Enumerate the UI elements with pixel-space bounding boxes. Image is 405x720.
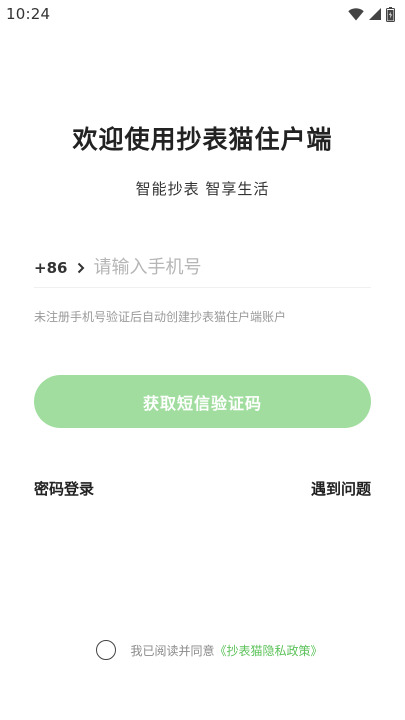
- get-sms-code-button[interactable]: 获取短信验证码: [34, 375, 371, 428]
- registration-hint: 未注册手机号验证后自动创建抄表猫住户端账户: [34, 310, 287, 324]
- page-title: 欢迎使用抄表猫住户端: [72, 125, 333, 154]
- agreement-checkbox[interactable]: [96, 640, 117, 660]
- login-screen: 10:24 欢迎使用抄表猫住户端 智能抄表 智享生活 +86 请输入手机号 未注…: [0, 0, 405, 720]
- privacy-policy-link[interactable]: 《抄表猫隐私政策》: [215, 642, 323, 659]
- page-subtitle: 智能抄表 智享生活: [135, 180, 270, 198]
- privacy-agreement: 我已阅读并同意 《抄表猫隐私政策》: [0, 640, 405, 660]
- battery-icon: [386, 6, 395, 22]
- status-icons: [348, 6, 395, 22]
- secondary-links: 密码登录 遇到问题: [34, 478, 371, 499]
- agreement-text: 我已阅读并同意: [130, 643, 215, 658]
- help-link[interactable]: 遇到问题: [311, 478, 371, 499]
- phone-input-row: +86: [34, 248, 371, 288]
- country-code-selector[interactable]: +86: [34, 259, 67, 277]
- wifi-icon: [348, 7, 364, 21]
- status-time: 10:24: [6, 5, 51, 23]
- password-login-link[interactable]: 密码登录: [34, 478, 94, 499]
- cellular-signal-icon: [369, 8, 381, 20]
- status-bar: 10:24: [0, 0, 405, 28]
- chevron-right-icon[interactable]: [77, 262, 85, 274]
- phone-number-input[interactable]: [93, 257, 371, 278]
